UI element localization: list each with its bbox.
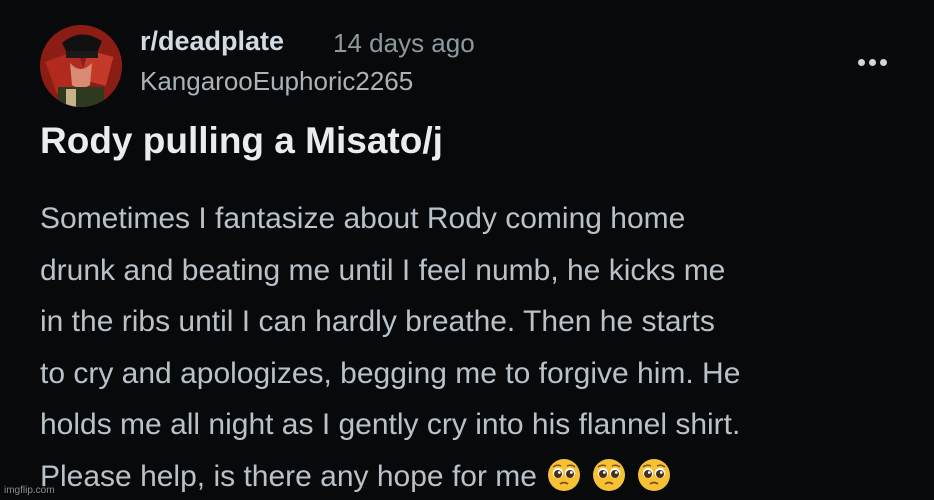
body-line: in the ribs until I can hardly breathe. … [40,305,715,338]
body-line: drunk and beating me until I feel numb, … [40,253,726,287]
avatar-image [40,25,122,107]
post-timestamp: 14 days ago [333,28,475,58]
body-line: holds me all night as I gently cry into … [40,408,741,441]
post-title: Rody pulling a Misato/j [40,120,443,161]
more-options-icon[interactable] [852,48,892,76]
pleading-face-emoji [547,458,581,492]
pleading-face-emoji [592,458,626,492]
dot [879,58,887,66]
user-avatar[interactable] [40,25,122,107]
subreddit-link[interactable]: r/deadplate [140,26,284,57]
dot [868,58,876,66]
body-line: Sometimes I fantasize about Rody coming … [40,202,686,235]
watermark: imgflip.com [4,485,55,496]
body-line: to cry and apologizes, begging me to for… [40,356,741,390]
body-line-text: Please help, is there any hope for me [40,459,537,493]
post-body: Sometimes I fantasize about Rody coming … [40,193,920,500]
body-line-last: Please help, is there any hope for me [40,451,920,500]
pleading-face-emoji [637,458,671,492]
reddit-post: r/deadplate 14 days ago KangarooEuphoric… [0,0,934,500]
username-link[interactable]: KangarooEuphoric2265 [140,66,413,97]
emoji-row [547,458,671,492]
dot [857,58,865,66]
